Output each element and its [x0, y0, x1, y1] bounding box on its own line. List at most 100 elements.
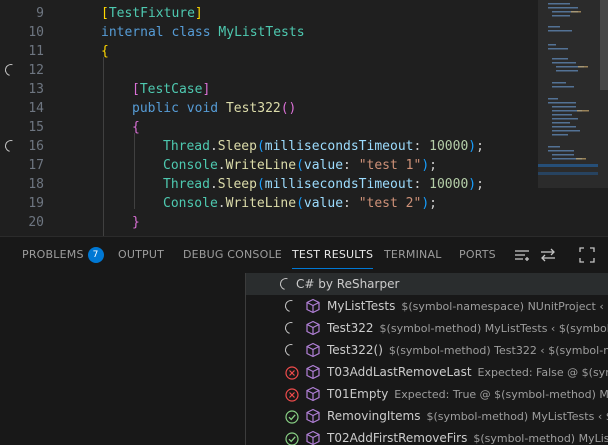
loading-spinner-icon [277, 275, 295, 293]
list-filter-icon[interactable] [513, 246, 531, 264]
test-description: $(symbol-method) MyList [473, 432, 608, 445]
test-item-label: T03AddLastRemoveLast Expected: False @ $(… [327, 361, 608, 384]
test-item-label: T01Empty Expected: True @ $(symbol-method… [327, 383, 608, 406]
panel-tab-bar: PROBLEMS 7 OUTPUT DEBUG CONSOLE TEST RESU… [0, 237, 608, 273]
tab-label: TEST RESULTS [292, 248, 374, 261]
symbol-class-icon [305, 342, 321, 358]
test-description: $(symbol-namespace) NUnitProject ‹ $( [401, 300, 608, 313]
tab-problems[interactable]: PROBLEMS 7 [22, 237, 104, 273]
parameter-hint: millisecondsTimeout [264, 177, 414, 192]
method-call: WriteLine [225, 196, 297, 211]
test-description: Expected: True @ $(symbol-method) M [394, 388, 608, 401]
symbol-class-icon [305, 386, 321, 402]
test-failed-icon [285, 387, 299, 402]
tab-label: PORTS [459, 248, 496, 261]
tab-ports[interactable]: PORTS [459, 237, 496, 273]
test-item-row[interactable]: T02AddFirstRemoveFirs $(symbol-method) My… [246, 427, 608, 445]
code-line-15[interactable]: { [132, 118, 140, 137]
maximize-icon[interactable] [578, 246, 596, 264]
code-line-13[interactable]: [TestCase] [132, 80, 210, 99]
scrollbar-thumb[interactable] [600, 0, 608, 90]
indent-guide [103, 57, 104, 236]
test-results-output[interactable] [0, 273, 245, 445]
test-failed-icon [285, 365, 299, 380]
line-number: 16 [28, 139, 44, 154]
symbol-class-icon [305, 364, 321, 380]
test-item-row[interactable]: Test322 $(symbol-method) MyListTests ‹ $(… [246, 317, 608, 339]
keyword: void [186, 101, 219, 116]
number-literal: 10000 [429, 177, 469, 192]
attribute-name: TestFixture [108, 6, 195, 21]
tab-label: PROBLEMS [22, 248, 84, 261]
test-item-row[interactable]: Test322() $(symbol-method) Test322 ‹ $(sy… [246, 339, 608, 361]
bottom-panel: PROBLEMS 7 OUTPUT DEBUG CONSOLE TEST RESU… [0, 236, 608, 445]
string-literal: "test 1" [358, 158, 422, 173]
line-number: 10 [28, 25, 44, 40]
minimap[interactable] [538, 0, 598, 236]
keyword: class [171, 25, 211, 40]
tab-output[interactable]: OUTPUT [118, 237, 164, 273]
type-name: Thread [163, 177, 210, 192]
test-item-row[interactable]: RemovingItems $(symbol-method) MyListTest… [246, 405, 608, 427]
test-item-label: Test322() $(symbol-method) Test322 ‹ $(sy… [327, 339, 608, 362]
tab-debug-console[interactable]: DEBUG CONSOLE [183, 237, 282, 273]
test-item-row[interactable]: T01Empty Expected: True @ $(symbol-method… [246, 383, 608, 405]
test-item-label: Test322 $(symbol-method) MyListTests ‹ $(… [327, 317, 608, 340]
code-line-18[interactable]: Thread.Sleep(millisecondsTimeout: 10000)… [163, 175, 484, 194]
line-number: 17 [28, 158, 44, 173]
code-line-9[interactable]: [TestFixture] [101, 4, 203, 23]
line-number: 13 [28, 82, 44, 97]
tab-label: OUTPUT [118, 248, 165, 261]
test-running-spinner-icon[interactable] [2, 61, 20, 79]
method-call: WriteLine [225, 158, 297, 173]
line-number: 9 [36, 6, 44, 21]
code-line-11[interactable]: { [101, 42, 109, 61]
tab-test-results[interactable]: TEST RESULTS [292, 237, 374, 273]
line-number: 18 [28, 177, 44, 192]
test-description: $(symbol-method) Test322 ‹ $(symbol-me [388, 344, 608, 357]
keyword: internal [101, 25, 164, 40]
code-line-19[interactable]: Console.WriteLine(value: "test 2"); [163, 194, 437, 213]
type-name: Console [163, 158, 218, 173]
swap-icon[interactable] [539, 246, 557, 264]
test-item-label: T02AddFirstRemoveFirs $(symbol-method) My… [327, 427, 608, 445]
test-description: $(symbol-method) MyListTests ‹ $(s [426, 410, 608, 423]
test-tree-root[interactable]: C# by ReSharper [246, 273, 608, 295]
line-number: 11 [28, 44, 44, 59]
test-tree[interactable]: C# by ReSharper MyListTests $(symbol-name… [245, 273, 608, 445]
string-literal: "test 2" [358, 196, 422, 211]
problems-count-badge: 7 [87, 247, 104, 263]
method-call: Sleep [217, 139, 257, 154]
class-name: MyListTests [218, 25, 305, 40]
keyword: public [132, 101, 179, 116]
code-editor[interactable]: 9 10 11 12 13 14 15 16 17 18 19 20 [TestFixture] in… [0, 0, 608, 236]
test-item-row[interactable]: MyListTests $(symbol-namespace) NUnitProj… [246, 295, 608, 317]
test-item-label: MyListTests $(symbol-namespace) NUnitProj… [327, 295, 608, 318]
code-line-16[interactable]: Thread.Sleep(millisecondsTimeout: 10000)… [163, 137, 484, 156]
code-line-10[interactable]: internal class MyListTests [101, 23, 305, 42]
line-number: 19 [28, 196, 44, 211]
tab-terminal[interactable]: TERMINAL [384, 237, 442, 273]
code-line-17[interactable]: Console.WriteLine(value: "test 1"); [163, 156, 437, 175]
parameter-hint: value [303, 158, 344, 173]
tab-label: TERMINAL [384, 248, 442, 261]
test-passed-icon [285, 409, 299, 424]
attribute-name: TestCase [139, 82, 203, 97]
code-line-20[interactable]: } [132, 213, 140, 232]
symbol-class-icon [305, 320, 321, 336]
test-description: $(symbol-method) MyListTests ‹ $(symbol- [379, 322, 608, 335]
tab-label: DEBUG CONSOLE [183, 248, 282, 261]
test-name: RemovingItems [327, 409, 421, 423]
line-number: 14 [28, 101, 44, 116]
symbol-class-icon [305, 298, 321, 314]
method-call: Sleep [217, 177, 257, 192]
test-running-spinner-icon[interactable] [2, 137, 20, 155]
test-item-row[interactable]: T03AddLastRemoveLast Expected: False @ $(… [246, 361, 608, 383]
symbol-class-icon [305, 408, 321, 424]
code-line-14[interactable]: public void Test322() [132, 99, 296, 118]
test-description: Expected: False @ $(sym [477, 366, 608, 379]
type-name: Console [163, 196, 218, 211]
loading-spinner-icon [282, 319, 300, 337]
parameter-hint: value [303, 196, 344, 211]
type-name: Thread [163, 139, 210, 154]
